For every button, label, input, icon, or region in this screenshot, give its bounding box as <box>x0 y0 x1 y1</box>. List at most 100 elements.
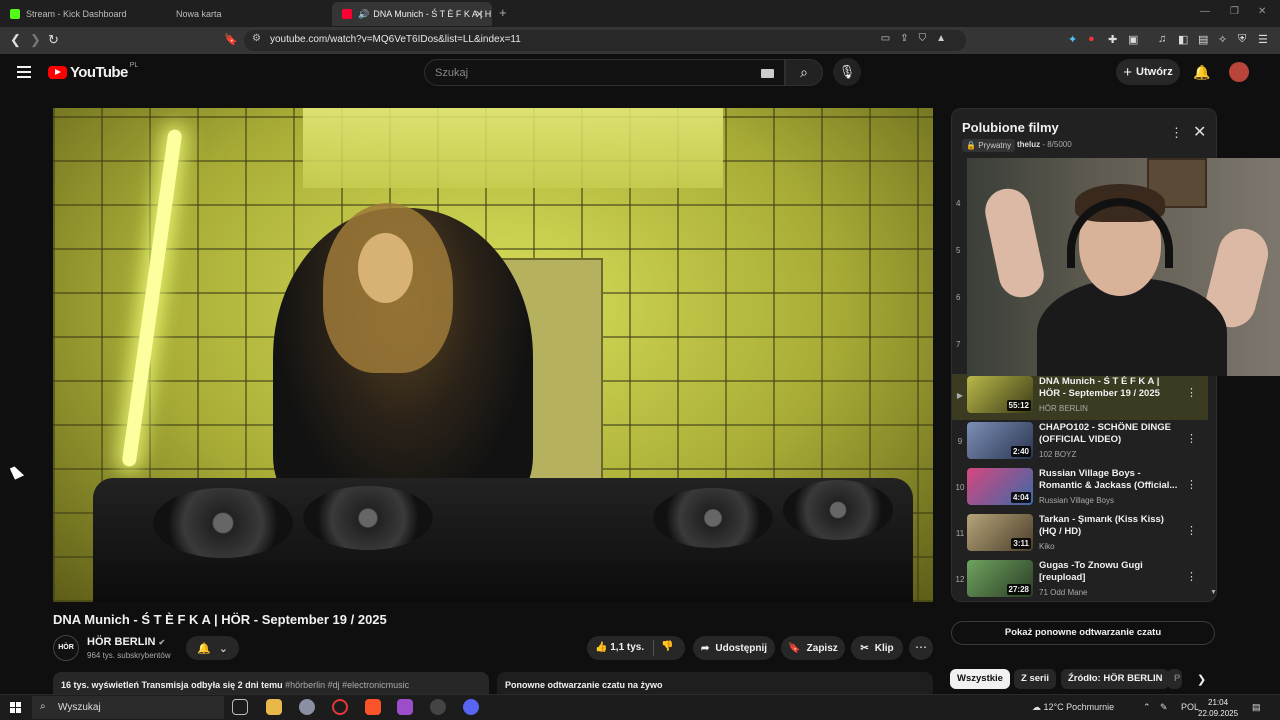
extensions-icon[interactable]: ✚ <box>1108 33 1117 46</box>
item-menu-icon[interactable]: ⋮ <box>1186 570 1197 583</box>
item-title: CHAPO102 - SCHÖNE DINGE (OFFICIAL VIDEO) <box>1039 422 1171 445</box>
chip-from-channel[interactable]: Źródło: HÖR BERLIN <box>1061 669 1170 689</box>
tray-chevron-icon[interactable]: ⌃ <box>1143 702 1151 713</box>
chevron-right-icon[interactable]: ❯ <box>1197 673 1206 686</box>
youtube-header: YouTube PL Szukaj ⌕ 🎙 + Utwórz 🔔 <box>0 54 1280 94</box>
keyboard-icon[interactable] <box>761 69 774 78</box>
account-avatar[interactable] <box>1229 62 1249 82</box>
item-menu-icon[interactable]: ⋮ <box>1186 432 1197 445</box>
minimize-button[interactable]: — <box>1200 6 1210 17</box>
wallet-icon[interactable]: ▤ <box>1198 33 1208 46</box>
menu-icon[interactable]: ☰ <box>1258 33 1268 46</box>
channel-name[interactable]: HÖR BERLIN ✔ <box>87 636 165 648</box>
reload-icon[interactable]: ↻ <box>48 32 59 48</box>
search-button[interactable]: ⌕ <box>785 59 823 86</box>
close-playlist-icon[interactable]: ✕ <box>1193 122 1206 142</box>
clock-date: 22.09.2025 <box>1198 709 1239 718</box>
search-input[interactable]: Szukaj <box>424 59 785 86</box>
bell-icon: 🔔 <box>197 642 211 655</box>
chip-all[interactable]: Wszystkie <box>950 669 1010 689</box>
speaker-icon: 🔊 <box>358 8 370 19</box>
more-actions-button[interactable]: ⋯ <box>909 636 933 660</box>
chip-partial[interactable]: P <box>1167 669 1183 689</box>
extension-icon[interactable]: ▣ <box>1128 33 1138 46</box>
brave-browser-icon[interactable] <box>365 699 381 715</box>
like-count: 1,1 tys. <box>610 642 645 653</box>
dislike-button[interactable]: 👎 <box>661 641 673 652</box>
share-button[interactable]: ➦ Udostępnij <box>693 636 775 660</box>
pen-icon[interactable]: ✎ <box>1160 702 1168 713</box>
scroll-down-arrow[interactable]: ▼ <box>1210 589 1216 596</box>
channel-avatar[interactable]: HÖR <box>53 635 79 661</box>
playlist-item[interactable]: 10 4:04 Russian Village Boys - Romantic … <box>952 466 1208 512</box>
search-icon: ⌕ <box>40 701 46 712</box>
discord-icon[interactable] <box>463 699 479 715</box>
tab-new-tab[interactable]: Nowa karta <box>166 2 332 26</box>
item-menu-icon[interactable]: ⋮ <box>1186 524 1197 537</box>
youtube-logo[interactable]: YouTube PL <box>48 62 138 81</box>
item-menu-icon[interactable]: ⋮ <box>1186 386 1197 399</box>
playlist-title[interactable]: Polubione filmy <box>962 120 1059 135</box>
site-info-icon[interactable]: ⚙ <box>252 33 261 44</box>
media-icon[interactable]: ♫ <box>1158 33 1166 45</box>
restore-button[interactable]: ❐ <box>1230 6 1239 17</box>
save-button[interactable]: 🔖 Zapisz <box>781 636 845 660</box>
browser-toolbar: ❮ ❯ ↻ 🔖 ⚙ youtube.com/watch?v=MQ6VeT6IDo… <box>0 27 1280 54</box>
save-icon: 🔖 <box>788 642 801 654</box>
playlist-index: 7 <box>956 340 961 349</box>
playlist-index: 5 <box>956 246 961 255</box>
app-icon[interactable] <box>299 699 315 715</box>
shield-icon[interactable]: ⛨ <box>1238 33 1246 46</box>
opera-icon[interactable] <box>332 699 348 715</box>
turntable-platter <box>153 488 293 558</box>
notifications-bell-icon[interactable]: 🔔 <box>1193 64 1210 81</box>
turntable-platter <box>303 486 433 550</box>
windows-start-icon[interactable] <box>10 702 21 713</box>
extension-icon[interactable]: ✦ <box>1068 33 1077 46</box>
language-indicator[interactable]: POL <box>1181 702 1199 712</box>
back-icon[interactable]: ❮ <box>10 32 21 48</box>
playlist-item[interactable]: 9 2:40 CHAPO102 - SCHÖNE DINGE (OFFICIAL… <box>952 420 1208 466</box>
close-tab-icon[interactable]: ✕ <box>475 8 484 21</box>
playlist-item[interactable]: 11 3:11 Tarkan - Şımarık (Kiss Kiss) (HQ… <box>952 512 1208 558</box>
item-channel: HÖR BERLIN <box>1039 404 1088 413</box>
playlist-item[interactable]: 12 27:28 Gugas -To Znowu Gugi [reupload]… <box>952 558 1208 601</box>
playlist-item[interactable]: ▶ 55:12 DNA Munich - Ś T È F K A | HÖR -… <box>952 374 1208 420</box>
hashtags[interactable]: #hörberlin #dj #electronicmusic <box>285 680 409 690</box>
bookmark-icon[interactable]: 🔖 <box>224 33 238 46</box>
clip-button[interactable]: ✂ Klip <box>851 636 903 660</box>
video-title: DNA Munich - Ś T È F K A | HÖR - Septemb… <box>53 612 387 627</box>
guide-menu-icon[interactable] <box>17 66 31 78</box>
video-player[interactable] <box>53 108 933 602</box>
sidebar-icon[interactable]: ◧ <box>1178 33 1188 46</box>
clock[interactable]: 21:04 22.09.2025 <box>1198 697 1238 719</box>
create-button[interactable]: + Utwórz <box>1116 59 1180 85</box>
new-tab-button[interactable]: + <box>499 5 507 20</box>
address-bar-actions[interactable]: ▭⇪⛉▲ <box>881 33 956 44</box>
close-window-button[interactable]: ✕ <box>1258 6 1266 17</box>
tab-youtube-video[interactable]: 🔊 DNA Munich - Ś T È F K A | H ✕ <box>332 2 492 26</box>
taskbar-search[interactable]: ⌕ Wyszukaj <box>32 696 224 719</box>
owner-name[interactable]: theluz <box>1017 140 1040 149</box>
extension-icon[interactable]: ● <box>1088 33 1095 45</box>
obs-icon[interactable] <box>430 699 446 715</box>
file-explorer-icon[interactable] <box>266 699 282 715</box>
like-button[interactable]: 👍 1,1 tys. <box>595 642 644 653</box>
forward-icon[interactable]: ❯ <box>30 32 41 48</box>
voice-search-button[interactable]: 🎙 <box>833 58 861 86</box>
ai-icon[interactable]: ✧ <box>1218 33 1227 46</box>
chip-from-series[interactable]: Z serii <box>1014 669 1056 689</box>
subscription-bell-button[interactable]: 🔔 ⌄ <box>186 636 239 660</box>
url-text: youtube.com/watch?v=MQ6VeT6IDos&list=LL&… <box>270 34 521 45</box>
playlist-index: 12 <box>955 575 965 584</box>
playlist-menu-icon[interactable]: ⋮ <box>1170 125 1183 141</box>
address-bar[interactable]: ⚙ youtube.com/watch?v=MQ6VeT6IDos&list=L… <box>244 30 966 51</box>
video-thumbnail: 2:40 <box>967 422 1033 459</box>
tab-kick-dashboard[interactable]: Stream - Kick Dashboard <box>0 2 166 26</box>
weather-widget[interactable]: ☁ 12°C Pochmurnie <box>1032 702 1114 713</box>
notifications-icon[interactable]: ▤ <box>1252 702 1261 713</box>
app-icon[interactable] <box>397 699 413 715</box>
item-menu-icon[interactable]: ⋮ <box>1186 478 1197 491</box>
show-chat-replay-button[interactable]: Pokaż ponowne odtwarzanie czatu <box>951 621 1215 645</box>
task-view-icon[interactable] <box>232 699 248 715</box>
